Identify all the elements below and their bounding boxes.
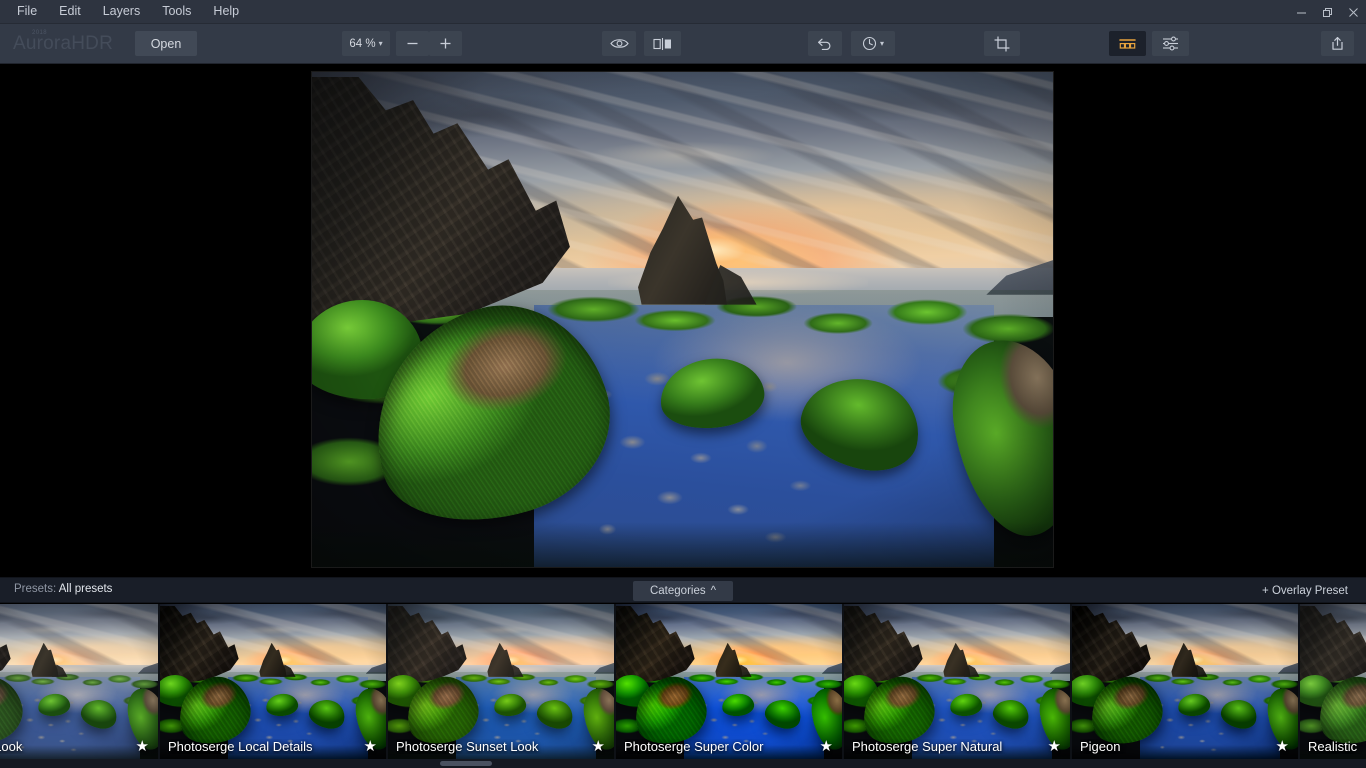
app-logo-text: AuroraHDR bbox=[13, 33, 113, 54]
preset-favorite-star-icon[interactable]: ★ bbox=[136, 737, 149, 755]
menu-tools[interactable]: Tools bbox=[151, 0, 202, 23]
preset-name: Photoserge Super Color bbox=[624, 739, 764, 754]
preset-thumbnail-image bbox=[388, 604, 614, 759]
presets-strip[interactable]: ollywood Look ★ bbox=[0, 604, 1366, 759]
preset-thumbnail[interactable]: Photoserge Super Color ★ bbox=[616, 604, 842, 759]
preset-thumbnail-image bbox=[616, 604, 842, 759]
categories-button[interactable]: Categories ^ bbox=[633, 581, 733, 601]
undo-button[interactable] bbox=[808, 31, 842, 56]
preset-thumbnail[interactable]: Photoserge Sunset Look ★ bbox=[388, 604, 614, 759]
preset-thumbnail[interactable]: ollywood Look ★ bbox=[0, 604, 158, 759]
chevron-down-icon: ▾ bbox=[378, 39, 383, 48]
add-overlay-preset-button[interactable]: + Overlay Preset bbox=[1254, 581, 1356, 601]
presets-scrollbar[interactable] bbox=[0, 759, 1366, 768]
menu-layers[interactable]: Layers bbox=[92, 0, 152, 23]
minimize-icon[interactable] bbox=[1288, 0, 1314, 24]
zoom-out-button[interactable] bbox=[396, 31, 429, 56]
preset-thumbnail[interactable]: Pigeon ★ bbox=[1072, 604, 1298, 759]
preset-favorite-star-icon[interactable]: ★ bbox=[1276, 737, 1289, 755]
app-logo-year: 2018 bbox=[32, 30, 47, 36]
menu-file[interactable]: File bbox=[6, 0, 48, 23]
adjustments-panel-button[interactable] bbox=[1152, 31, 1189, 56]
presets-strip-track: ollywood Look ★ bbox=[0, 604, 1366, 759]
zoom-level-dropdown[interactable]: 64 % ▾ bbox=[342, 31, 390, 56]
app-logo: 2018 AuroraHDR bbox=[13, 30, 113, 55]
presets-selected-category[interactable]: All presets bbox=[59, 583, 113, 595]
photo-image bbox=[312, 72, 1053, 567]
zoom-level-value: 64 % bbox=[349, 37, 376, 50]
aurora-hdr-window: File Edit Layers Tools Help 2018 AuroraH… bbox=[0, 0, 1366, 768]
history-dropdown-button[interactable]: ▾ bbox=[851, 31, 895, 56]
share-export-button[interactable] bbox=[1321, 31, 1354, 56]
preset-name: Realistic bbox=[1308, 739, 1358, 754]
chevron-up-icon: ^ bbox=[710, 585, 717, 597]
preview-toggle-button[interactable] bbox=[602, 31, 636, 56]
photo-viewport[interactable] bbox=[311, 71, 1054, 568]
preset-name: Photoserge Super Natural bbox=[852, 739, 1003, 754]
presets-filter-label: Presets: All presets bbox=[14, 583, 112, 595]
preset-favorite-star-icon[interactable]: ★ bbox=[364, 737, 377, 755]
preset-name: ollywood Look bbox=[0, 739, 23, 754]
preset-favorite-star-icon[interactable]: ★ bbox=[1048, 737, 1061, 755]
menu-edit[interactable]: Edit bbox=[48, 0, 92, 23]
presets-label-text: Presets: bbox=[14, 583, 57, 595]
preset-thumbnail-image bbox=[844, 604, 1070, 759]
categories-label: Categories bbox=[649, 585, 706, 597]
preset-name: Pigeon bbox=[1080, 739, 1121, 754]
photo-clouds bbox=[0, 604, 158, 666]
main-toolbar: 2018 AuroraHDR Open 64 % ▾ ▾ bbox=[0, 24, 1366, 64]
presets-panel-button[interactable] bbox=[1109, 31, 1146, 56]
preset-thumbnail-image bbox=[0, 604, 158, 759]
preset-thumbnail[interactable]: Realistic bbox=[1300, 604, 1366, 759]
preset-thumbnail-image bbox=[1300, 604, 1366, 759]
open-button[interactable]: Open bbox=[135, 31, 197, 56]
presets-toolbar: Presets: All presets Categories ^ + Over… bbox=[0, 577, 1366, 603]
preset-thumbnail[interactable]: Photoserge Super Natural ★ bbox=[844, 604, 1070, 759]
window-controls bbox=[1288, 0, 1366, 24]
preset-name: Photoserge Local Details bbox=[168, 739, 313, 754]
presets-scrollbar-thumb[interactable] bbox=[440, 761, 492, 766]
preset-favorite-star-icon[interactable]: ★ bbox=[592, 737, 605, 755]
restore-icon[interactable] bbox=[1314, 0, 1340, 24]
preset-thumbnail[interactable]: Photoserge Local Details ★ bbox=[160, 604, 386, 759]
preset-thumbnail-image bbox=[160, 604, 386, 759]
zoom-in-button[interactable] bbox=[429, 31, 462, 56]
chevron-down-icon: ▾ bbox=[879, 39, 884, 48]
menu-bar: File Edit Layers Tools Help bbox=[0, 0, 1366, 24]
preset-name: Photoserge Sunset Look bbox=[396, 739, 539, 754]
photo-foreground-shadow bbox=[312, 522, 1053, 567]
image-canvas[interactable] bbox=[0, 64, 1366, 577]
compare-split-button[interactable] bbox=[644, 31, 681, 56]
close-icon[interactable] bbox=[1340, 0, 1366, 24]
crop-tool-button[interactable] bbox=[984, 31, 1020, 56]
preset-thumbnail-image bbox=[1072, 604, 1298, 759]
menu-help[interactable]: Help bbox=[202, 0, 250, 23]
preset-favorite-star-icon[interactable]: ★ bbox=[820, 737, 833, 755]
